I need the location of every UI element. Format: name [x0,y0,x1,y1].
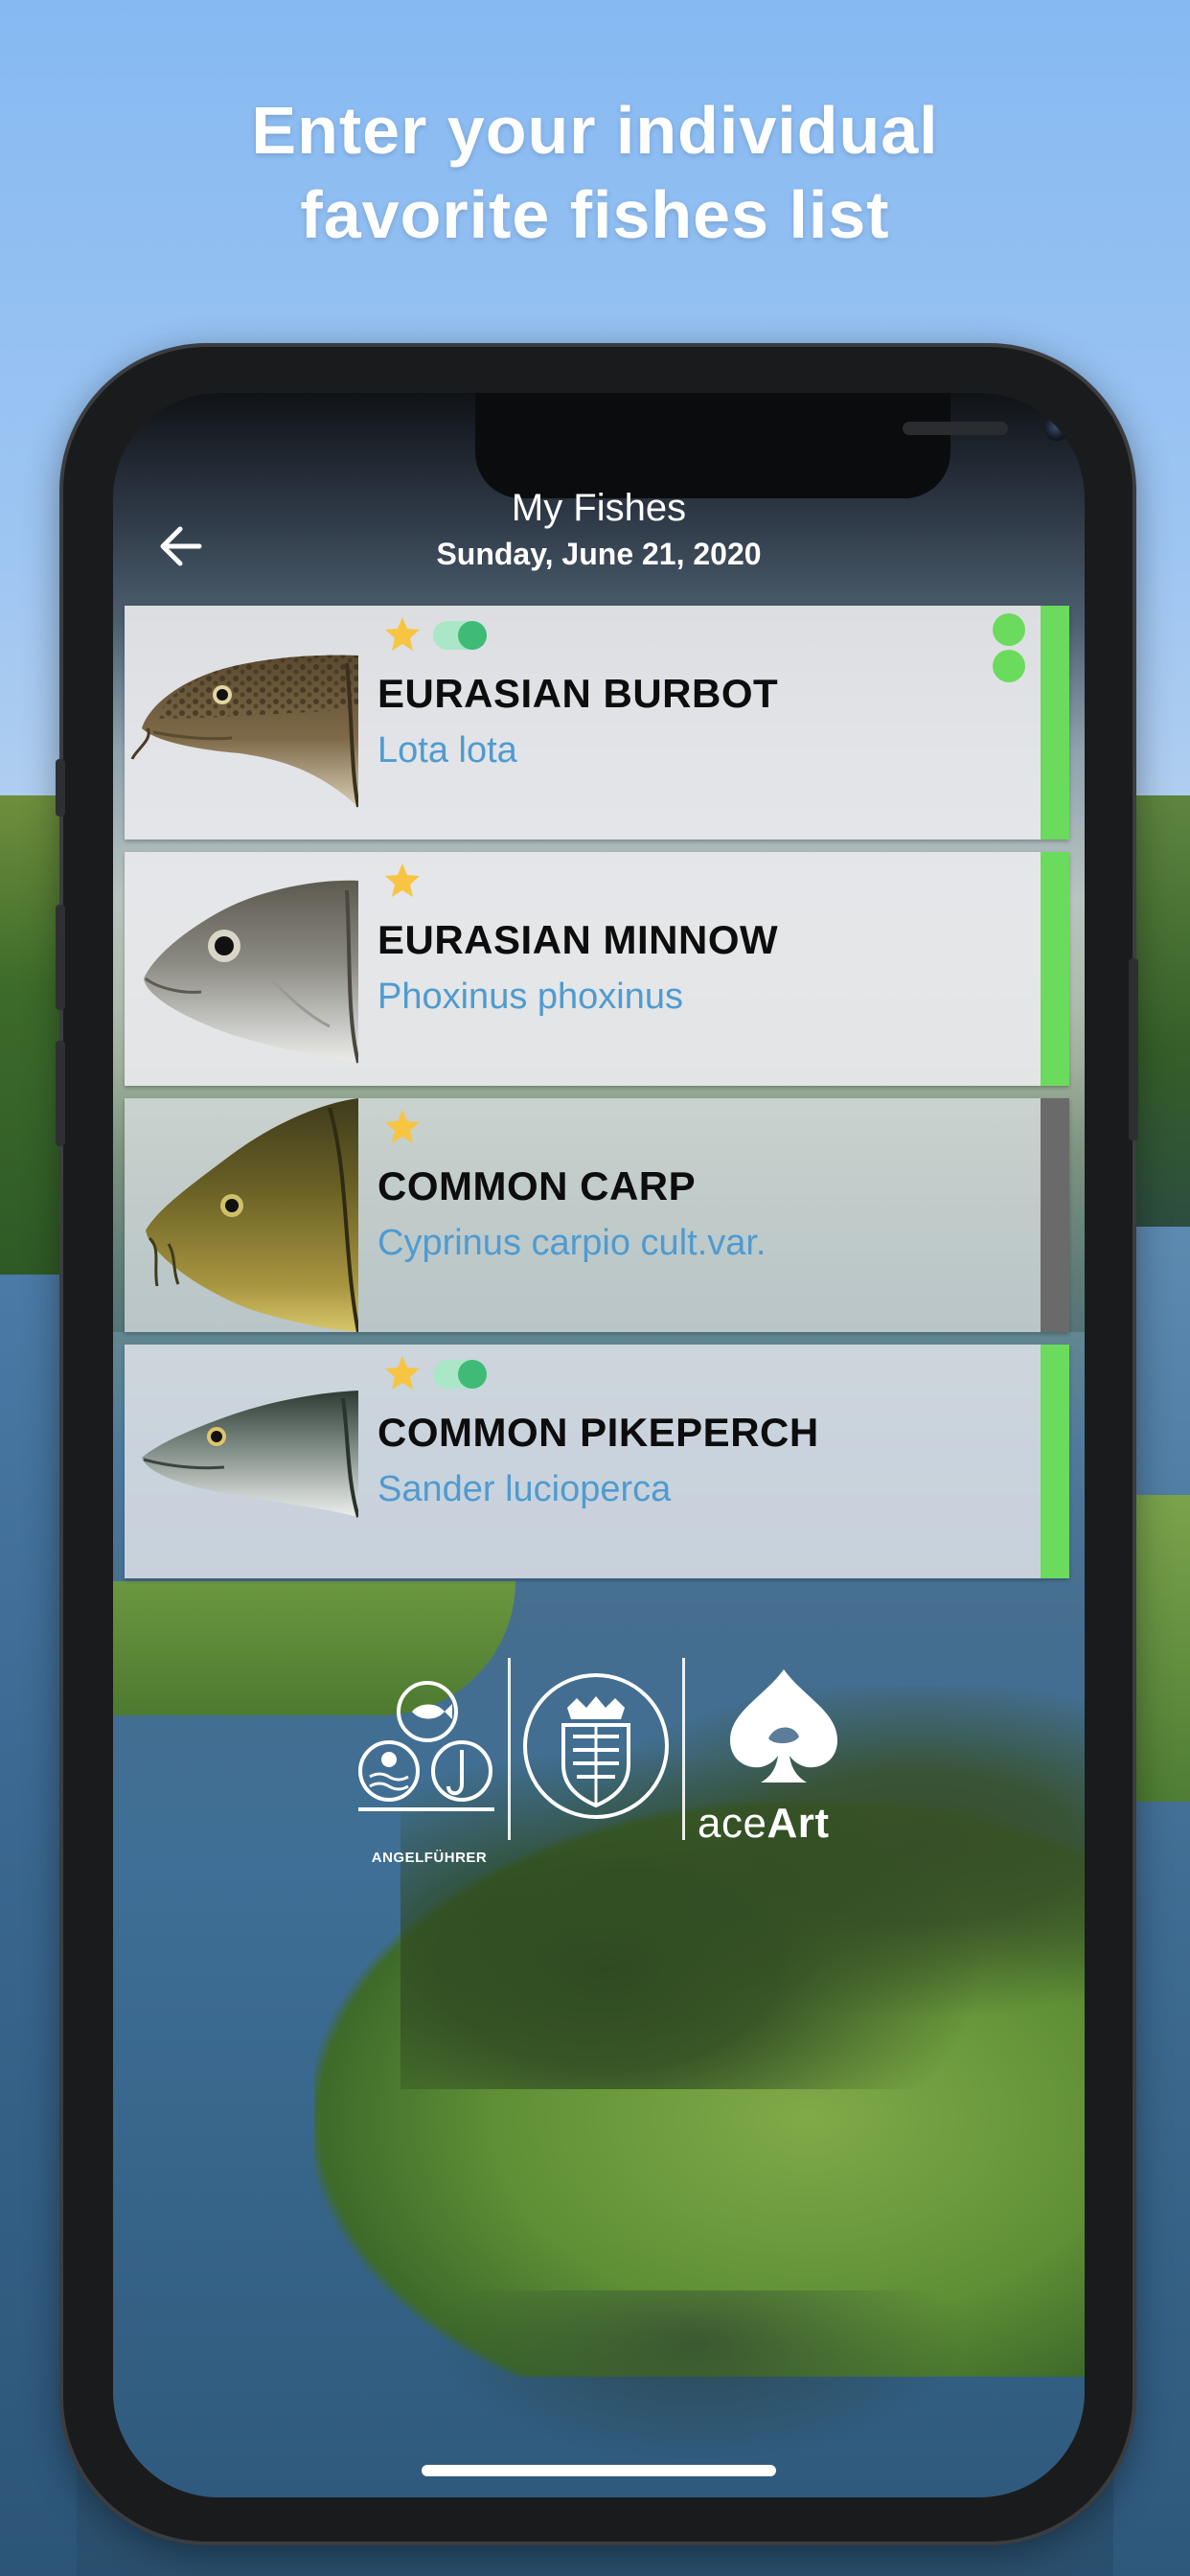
promo-headline-line2: favorite fishes list [300,177,890,252]
favorite-fishes-list: EURASIAN BURBOT Lota lota EURASIAN MINNO… [125,606,1069,1591]
angelfuehrer-logo-icon [358,1681,494,1811]
favorite-star-icon[interactable] [383,1108,422,1146]
promo-headline-line1: Enter your individual [251,93,939,168]
fish-image-minnow [125,852,358,1086]
status-bar-gray [1041,1098,1069,1332]
fish-common-name: COMMON PIKEPERCH [378,1410,819,1455]
aceart-wordmark: aceArt [698,1800,830,1848]
fish-latin-name: Cyprinus carpio cult.var. [378,1223,767,1263]
toggle-knob [458,621,487,650]
speaker-grille [903,422,1008,435]
fish-latin-name: Phoxinus phoxinus [378,977,683,1017]
status-bar-green [1041,852,1069,1086]
toggle-knob [458,1360,487,1389]
favorite-star-icon[interactable] [383,615,422,654]
status-bar-green [1041,606,1069,840]
indicator-dot [993,613,1025,646]
fish-common-name: EURASIAN MINNOW [378,917,779,962]
fish-image-burbot [125,606,358,840]
page-date: Sunday, June 21, 2020 [436,537,762,571]
home-indicator[interactable] [422,2465,776,2476]
status-bar-green [1041,1345,1069,1578]
logo-divider [508,1658,511,1840]
phone-volume-down [56,1041,65,1146]
front-camera-icon [1044,416,1069,441]
page-title: My Fishes [511,487,687,529]
promo-headline: Enter your individual favorite fishes li… [0,88,1190,257]
fish-card-common-carp[interactable]: COMMON CARP Cyprinus carpio cult.var. [125,1098,1069,1332]
fish-card-common-pikeperch[interactable]: COMMON PIKEPERCH Sander lucioperca [125,1345,1069,1578]
favorite-star-icon[interactable] [383,862,422,900]
device-notch [475,393,1069,498]
aceart-spade-icon [730,1669,837,1782]
angelfuehrer-label: ANGELFÜHRER [371,1850,488,1866]
fish-card-eurasian-minnow[interactable]: EURASIAN MINNOW Phoxinus phoxinus [125,852,1069,1086]
notification-toggle[interactable] [433,621,487,650]
fish-latin-name: Lota lota [378,730,517,770]
notification-toggle[interactable] [433,1360,487,1389]
phone-silent-switch [56,759,65,816]
aceart-prefix: ace [698,1800,767,1847]
fish-common-name: EURASIAN BURBOT [378,671,779,716]
logo-divider [682,1658,685,1840]
indicator-dot [993,650,1025,682]
aceart-suffix: Art [767,1800,830,1847]
fish-card-eurasian-burbot[interactable]: EURASIAN BURBOT Lota lota [125,606,1069,840]
state-seal-icon [523,1673,669,1819]
scenery-reflection [429,2290,966,2463]
partner-logos [113,1658,1085,1850]
phone-volume-up [56,905,65,1010]
fish-image-carp [125,1098,358,1332]
fish-image-pikeperch [125,1345,358,1578]
fish-latin-name: Sander lucioperca [378,1469,672,1509]
favorite-star-icon[interactable] [383,1354,422,1392]
app-screen: My Fishes Sunday, June 21, 2020 EURASIAN… [113,393,1085,2497]
phone-power-button [1129,958,1138,1140]
fish-common-name: COMMON CARP [378,1163,697,1208]
